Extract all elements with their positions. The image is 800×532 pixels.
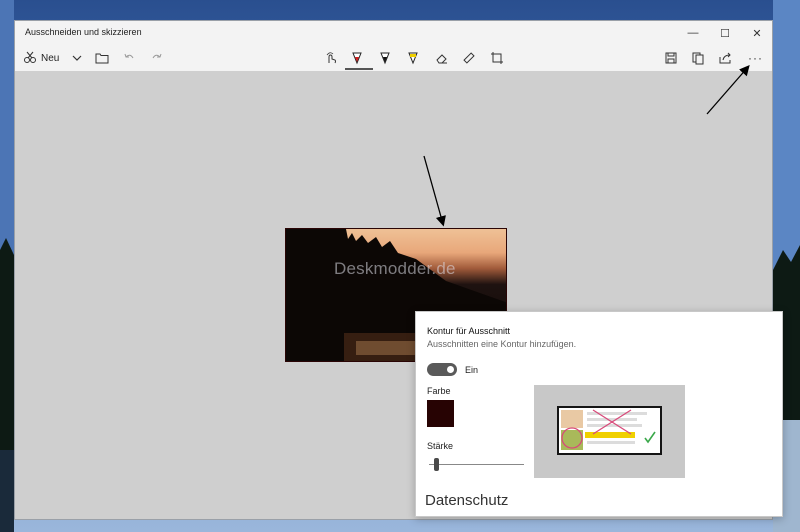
color-label: Farbe — [427, 386, 451, 396]
thickness-label: Stärke — [427, 441, 454, 451]
thickness-slider-track[interactable] — [429, 464, 524, 465]
toggle-knob — [447, 366, 454, 373]
flyout-title: Kontur für Ausschnitt — [427, 326, 511, 336]
snip-outline-flyout: Kontur für Ausschnitt Ausschnitten eine … — [415, 311, 783, 517]
arrow-to-snip — [423, 155, 446, 227]
privacy-heading: Datenschutz — [425, 492, 509, 509]
desktop-background-left — [0, 0, 14, 532]
outline-toggle[interactable] — [427, 363, 457, 376]
preview-illustration — [561, 409, 656, 450]
thickness-slider-thumb[interactable] — [433, 458, 439, 471]
flyout-subtitle: Ausschnitten eine Kontur hinzufügen. — [427, 339, 577, 349]
outline-preview — [534, 385, 685, 478]
toggle-state-label: Ein — [465, 365, 479, 375]
preview-snip-card — [557, 406, 662, 455]
watermark-text: Deskmodder.de — [334, 259, 456, 278]
arrow-to-more-menu — [706, 65, 750, 115]
color-swatch-button[interactable] — [427, 400, 454, 427]
